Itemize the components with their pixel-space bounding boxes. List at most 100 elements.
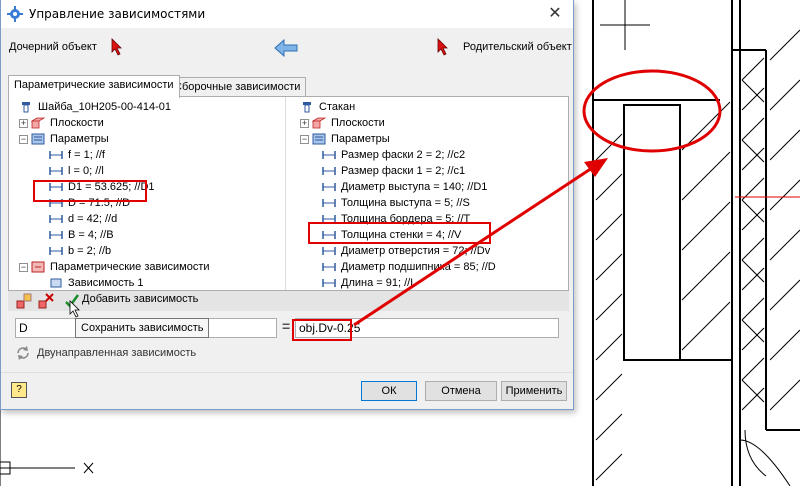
add-link-icon[interactable] [16, 293, 32, 309]
child-object-label: Дочерний объект [9, 41, 97, 53]
parameters-icon [312, 133, 326, 145]
expression-field[interactable]: obj.Dv-0.25 [295, 318, 559, 338]
save-dependency-tooltip: Сохранить зависимость [75, 318, 210, 338]
param-d-small[interactable]: d = 42; //d [49, 211, 119, 227]
param-b-lower[interactable]: b = 2; //b [49, 243, 113, 259]
ok-button[interactable]: ОК [361, 381, 417, 401]
parent-object-tree[interactable]: Стакан + Плоскости − Параметры Размер фа… [292, 97, 567, 290]
dimension-icon [322, 215, 336, 223]
apply-button[interactable]: Применить [501, 381, 567, 401]
gear-icon [7, 6, 23, 22]
param-chamfer-2[interactable]: Размер фаски 2 = 2; //c2 [322, 147, 467, 163]
param-d1[interactable]: D1 = 53.625; //D1 [49, 179, 157, 195]
tree-root-label: Стакан [319, 101, 356, 113]
planes-icon [31, 117, 45, 129]
dimension-icon [322, 199, 336, 207]
param-label: Диаметр подшипника = 85; //D [341, 261, 496, 273]
param-l[interactable]: l = 0; //l [49, 163, 106, 179]
dimension-icon [49, 183, 63, 191]
dimension-icon [49, 231, 63, 239]
param-label: D = 71.5; //D [68, 197, 131, 209]
planes-icon [312, 117, 326, 129]
separator [1, 372, 573, 373]
dimension-icon [322, 247, 336, 255]
bidirectional-label: Двунаправленная зависимость [37, 347, 197, 359]
dimension-icon [49, 247, 63, 255]
mouse-pointer-icon [69, 300, 80, 318]
dimension-icon [322, 183, 336, 191]
refresh-icon [17, 346, 29, 360]
param-wall-thickness[interactable]: Толщина стенки = 4; //V [322, 227, 463, 243]
dependency-icon [50, 278, 62, 288]
param-label: l = 0; //l [68, 165, 104, 177]
param-label: f = 1; //f [68, 149, 105, 161]
dependency-1[interactable]: Зависимость 1 [49, 275, 146, 291]
dimension-icon [49, 167, 63, 175]
help-icon[interactable]: ? [11, 382, 27, 398]
tab-panel: Шайба_10Н205-00-414-01 + Плоскости − Пар… [8, 96, 569, 291]
dimension-icon [322, 151, 336, 159]
tree-node-parameters[interactable]: − Параметры [300, 131, 392, 147]
param-chamfer-1[interactable]: Размер фаски 1 = 2; //c1 [322, 163, 467, 179]
param-bore-diameter-selected[interactable]: Диаметр отверстия = 72; //Dv [322, 243, 492, 259]
tree-node-planes[interactable]: + Плоскости [300, 115, 387, 131]
manage-dependencies-dialog: Управление зависимостями ✕ Дочерний объе… [0, 0, 574, 410]
param-ledge-thickness[interactable]: Толщина выступа = 5; //S [322, 195, 472, 211]
tab-parametric-dependencies[interactable]: Параметрические зависимости [8, 75, 180, 98]
tree-root-label: Шайба_10Н205-00-414-01 [38, 101, 171, 113]
dimension-icon [322, 167, 336, 175]
param-label: Толщина стенки = 4; //V [341, 229, 462, 241]
collapse-icon[interactable]: − [19, 262, 28, 272]
param-label: Размер фаски 1 = 2; //c1 [341, 165, 466, 177]
parent-object-label: Родительский объект [463, 41, 572, 53]
dimension-icon [322, 279, 336, 287]
param-d-selected[interactable]: D = 71.5; //D [49, 195, 132, 211]
param-label: Длина = 91; //L [341, 277, 417, 289]
dimension-icon [322, 263, 336, 271]
cancel-button[interactable]: Отмена [425, 381, 497, 401]
tree-node-parameters[interactable]: − Параметры [19, 131, 111, 147]
part-icon [303, 102, 311, 113]
param-label: D1 = 53.625; //D1 [68, 181, 155, 193]
close-button[interactable]: ✕ [545, 4, 565, 24]
collapse-icon[interactable]: − [19, 134, 28, 144]
tree-node-planes[interactable]: + Плоскости [19, 115, 106, 131]
param-label: Диаметр выступа = 140; //D1 [341, 181, 488, 193]
dimension-icon [49, 151, 63, 159]
bidirectional-toggle[interactable]: Двунаправленная зависимость [15, 345, 196, 361]
pick-child-cursor-icon[interactable] [111, 38, 125, 56]
tree-node-label: Зависимость 1 [68, 277, 144, 289]
param-length[interactable]: Длина = 91; //L [322, 275, 418, 291]
param-border-thickness[interactable]: Толщина бордера = 5; //T [322, 211, 472, 227]
param-ledge-diameter[interactable]: Диаметр выступа = 140; //D1 [322, 179, 489, 195]
equals-icon: = [282, 318, 291, 334]
param-b-upper[interactable]: B = 4; //B [49, 227, 116, 243]
expand-icon[interactable]: + [19, 118, 28, 128]
delete-link-icon[interactable] [38, 293, 54, 309]
title-bar[interactable]: Управление зависимостями ✕ [1, 0, 573, 28]
tree-node-label: Плоскости [50, 117, 104, 129]
tree-root-cup[interactable]: Стакан [300, 99, 357, 115]
pick-parent-cursor-icon[interactable] [437, 38, 451, 56]
tree-node-label: Параметры [331, 133, 390, 145]
tree-root-washer[interactable]: Шайба_10Н205-00-414-01 [19, 99, 173, 115]
tree-node-label: Плоскости [331, 117, 385, 129]
arrow-left-icon[interactable] [273, 39, 299, 57]
dependencies-icon [31, 261, 45, 273]
param-label: Толщина выступа = 5; //S [341, 197, 470, 209]
dimension-icon [49, 199, 63, 207]
child-object-tree[interactable]: Шайба_10Н205-00-414-01 + Плоскости − Пар… [11, 97, 286, 290]
param-label: Диаметр отверстия = 72; //Dv [341, 245, 491, 257]
param-f[interactable]: f = 1; //f [49, 147, 107, 163]
param-label: Размер фаски 2 = 2; //c2 [341, 149, 466, 161]
tree-node-label: Параметры [50, 133, 109, 145]
param-label: B = 4; //B [68, 229, 114, 241]
tree-node-parametric-dependencies[interactable]: − Параметрические зависимости [19, 259, 212, 275]
param-bearing-diameter[interactable]: Диаметр подшипника = 85; //D [322, 259, 498, 275]
collapse-icon[interactable]: − [300, 134, 309, 144]
parameters-icon [31, 133, 45, 145]
add-dependency-label: Добавить зависимость [82, 293, 199, 305]
part-icon [22, 102, 30, 113]
expand-icon[interactable]: + [300, 118, 309, 128]
tab-assembly-dependencies[interactable]: Сборочные зависимости [168, 77, 307, 97]
